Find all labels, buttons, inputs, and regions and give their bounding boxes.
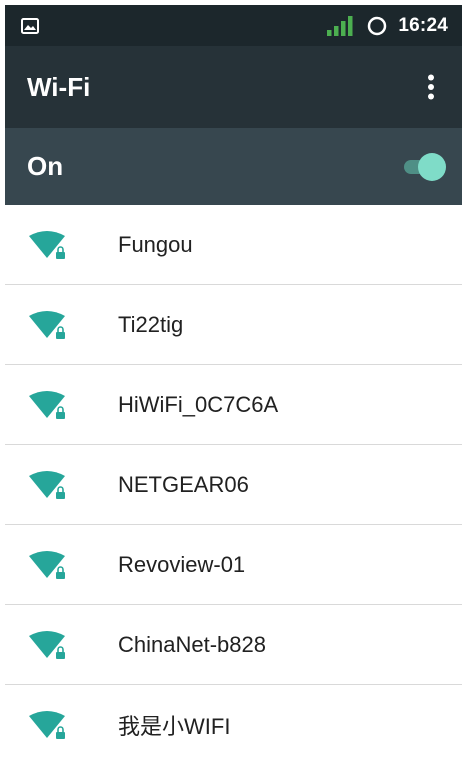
network-item-netgear06[interactable]: NETGEAR06 [5, 445, 462, 525]
network-item-ti22tig[interactable]: Ti22tig [5, 285, 462, 365]
wifi-locked-icon [29, 390, 65, 419]
network-name: Fungou [118, 231, 193, 257]
image-icon [21, 17, 39, 34]
wifi-switch-label: On [27, 151, 64, 181]
network-name: Revoview-01 [118, 551, 246, 577]
clock: 16:24 [398, 14, 448, 36]
network-item-xiaowifi[interactable]: 我是小WIFI [5, 685, 462, 759]
network-list: Fungou Ti22tig HiWiFi_0C7C6A NETGEAR06 R… [5, 205, 462, 759]
screen: 16:24 Wi-Fi On Fungou Ti22tig HiWiFi_0C7… [5, 5, 462, 759]
wifi-locked-icon [29, 310, 65, 339]
network-item-chinanet[interactable]: ChinaNet-b828 [5, 605, 462, 685]
network-name: NETGEAR06 [118, 471, 249, 497]
signal-bars-icon [327, 15, 353, 36]
wifi-master-switch-row[interactable]: On [5, 128, 462, 205]
wifi-toggle-switch[interactable] [402, 152, 446, 181]
wifi-locked-icon [29, 550, 65, 579]
wifi-locked-icon [29, 711, 65, 739]
page-title: Wi-Fi [27, 71, 91, 102]
toggle-thumb [418, 152, 446, 181]
network-name: ChinaNet-b828 [118, 631, 266, 657]
network-item-hiwifi[interactable]: HiWiFi_0C7C6A [5, 365, 462, 445]
wifi-locked-icon [29, 470, 65, 499]
network-item-fungou[interactable]: Fungou [5, 205, 462, 285]
wifi-locked-icon [29, 230, 65, 259]
network-name: HiWiFi_0C7C6A [118, 391, 279, 417]
app-toolbar: Wi-Fi [5, 46, 462, 128]
network-item-revoview[interactable]: Revoview-01 [5, 525, 462, 605]
network-name: 我是小WIFI [118, 714, 231, 739]
circle-icon [368, 16, 387, 35]
wifi-locked-icon [29, 630, 65, 659]
overflow-menu-button[interactable] [416, 65, 446, 109]
status-bar: 16:24 [5, 5, 462, 46]
overflow-menu-icon [428, 74, 434, 100]
network-name: Ti22tig [118, 311, 184, 337]
